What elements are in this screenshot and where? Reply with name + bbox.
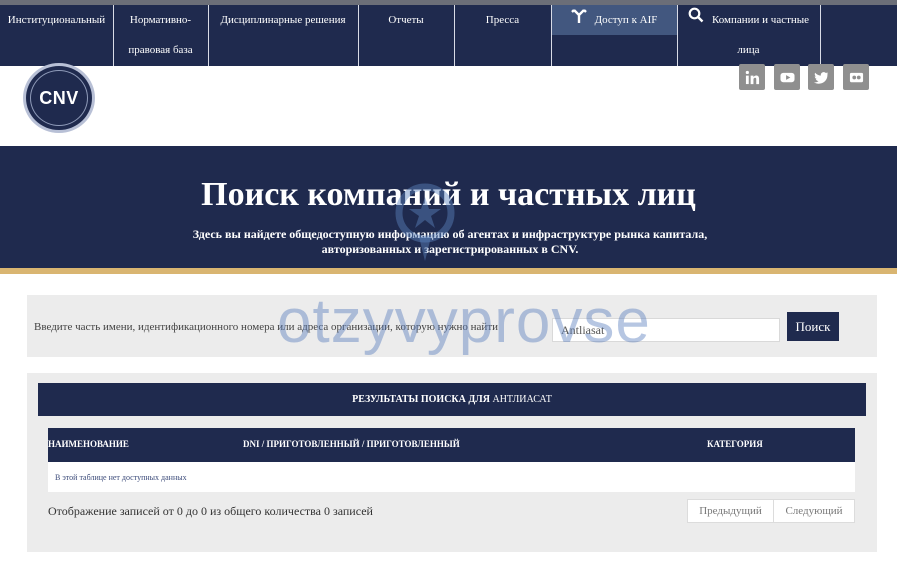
nav-institutional-label: Институциональный — [7, 14, 106, 26]
nav-divider — [208, 5, 209, 66]
table-info: Отображение записей от 0 до 0 из общего … — [48, 504, 373, 518]
search-icon — [688, 5, 704, 35]
table-empty-message: В этой таблице нет доступных данных — [55, 473, 187, 482]
table-header: НАИМЕНОВАНИЕ DNI / ПРИГОТОВЛЕННЫЙ / ПРИГ… — [48, 428, 855, 462]
nav-reports-label: Отчеты — [388, 14, 424, 26]
results-heading-prefix: РЕЗУЛЬТАТЫ ПОИСКА ДЛЯ — [352, 394, 490, 405]
nav-aif-access[interactable]: Доступ к AIF — [551, 5, 677, 35]
watermark-text: otzyvyprovse — [277, 287, 651, 356]
results-heading-query: АНТЛИАСАТ — [492, 394, 552, 405]
nav-disciplinary[interactable]: Дисциплинарные решения — [208, 5, 358, 66]
next-button[interactable]: Следующий — [773, 499, 855, 523]
nav-companies-label-2: лица — [737, 44, 760, 56]
flickr-icon[interactable] — [843, 64, 869, 90]
main-nav: Институциональный Нормативно- правовая б… — [0, 5, 897, 66]
nav-regulatory-label-1: Нормативно- — [129, 14, 192, 26]
youtube-icon[interactable] — [774, 64, 800, 90]
linkedin-icon[interactable] — [739, 64, 765, 90]
nav-reports[interactable]: Отчеты — [358, 5, 454, 66]
nav-divider — [113, 5, 114, 66]
results-panel: РЕЗУЛЬТАТЫ ПОИСКА ДЛЯ АНТЛИАСАТ НАИМЕНОВ… — [27, 373, 877, 552]
nav-divider — [677, 5, 678, 66]
column-category[interactable]: КАТЕГОРИЯ — [707, 439, 763, 449]
nav-companies[interactable]: Компании и частные лица — [677, 5, 820, 66]
table-body: В этой таблице нет доступных данных — [48, 462, 855, 492]
column-name[interactable]: НАИМЕНОВАНИЕ — [48, 439, 129, 449]
nav-divider — [358, 5, 359, 66]
nav-divider — [820, 5, 821, 66]
nav-divider — [454, 5, 455, 66]
nav-aif-label: Доступ к AIF — [594, 14, 658, 26]
nav-companies-label-1: Компании и частные — [711, 14, 810, 26]
nav-institutional[interactable]: Институциональный — [0, 5, 113, 66]
results-heading: РЕЗУЛЬТАТЫ ПОИСКА ДЛЯ АНТЛИАСАТ — [38, 383, 866, 416]
aif-icon — [570, 5, 587, 35]
watermark-logo-icon — [395, 183, 455, 261]
search-button[interactable]: Поиск — [787, 312, 839, 341]
gold-accent-bar — [0, 268, 897, 274]
nav-press[interactable]: Пресса — [454, 5, 551, 66]
column-dni[interactable]: DNI / ПРИГОТОВЛЕННЫЙ / ПРИГОТОВЛЕННЫЙ — [243, 439, 460, 449]
nav-divider — [551, 5, 552, 66]
nav-regulatory-label-2: правовая база — [128, 44, 193, 56]
nav-disciplinary-label: Дисциплинарные решения — [220, 14, 346, 26]
cnv-logo-text: CNV — [30, 70, 88, 126]
previous-button[interactable]: Предыдущий — [687, 499, 774, 523]
nav-press-label: Пресса — [485, 14, 520, 26]
nav-regulatory[interactable]: Нормативно- правовая база — [113, 5, 208, 66]
twitter-icon[interactable] — [808, 64, 834, 90]
cnv-logo[interactable]: CNV — [23, 63, 95, 133]
